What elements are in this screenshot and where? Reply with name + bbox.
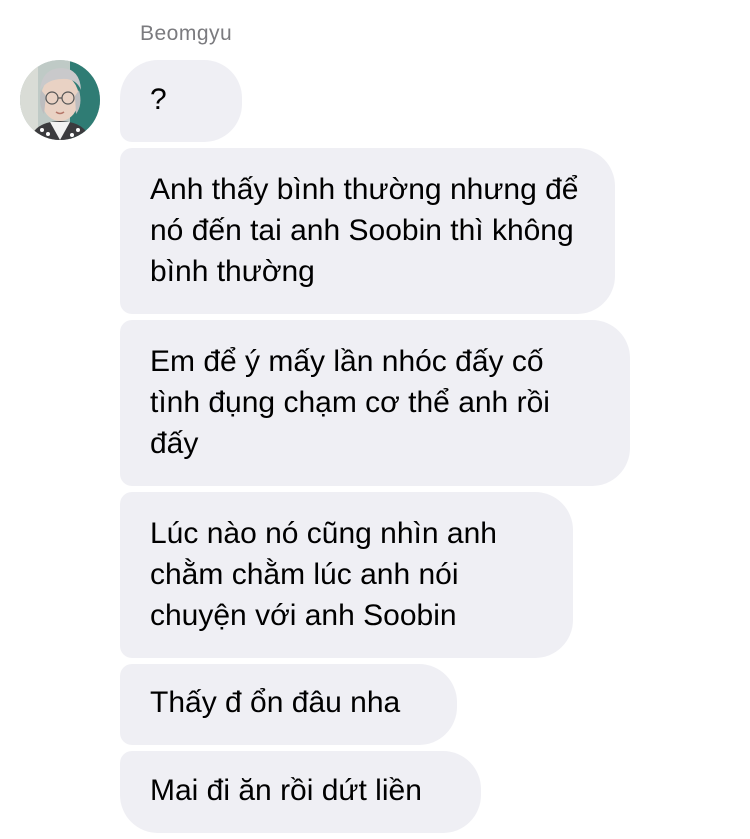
message-bubble[interactable]: ?: [120, 60, 242, 142]
message-text: Lúc nào nó cũng nhìn anh chằm chằm lúc a…: [150, 517, 497, 632]
message-bubble[interactable]: Thấy đ ổn đâu nha: [120, 664, 457, 745]
message-bubble[interactable]: Mai đi ăn rồi dứt liền: [120, 751, 481, 833]
sender-avatar[interactable]: [20, 60, 100, 140]
message-text: Anh thấy bình thường nhưng để nó đến tai…: [150, 173, 579, 288]
message-bubble[interactable]: Em để ý mấy lần nhóc đấy cố tình đụng ch…: [120, 320, 630, 486]
avatar-photo-icon: [20, 60, 100, 140]
message-text: Em để ý mấy lần nhóc đấy cố tình đụng ch…: [150, 345, 550, 460]
sender-name: Beomgyu: [140, 22, 233, 45]
message-bubble[interactable]: Anh thấy bình thường nhưng để nó đến tai…: [120, 148, 615, 314]
message-thread: ? Anh thấy bình thường nhưng để nó đến t…: [120, 60, 720, 839]
message-bubble[interactable]: Lúc nào nó cũng nhìn anh chằm chằm lúc a…: [120, 492, 573, 658]
message-text: Thấy đ ổn đâu nha: [150, 686, 401, 719]
message-text: Mai đi ăn rồi dứt liền: [150, 774, 422, 807]
message-text: ?: [150, 83, 167, 116]
